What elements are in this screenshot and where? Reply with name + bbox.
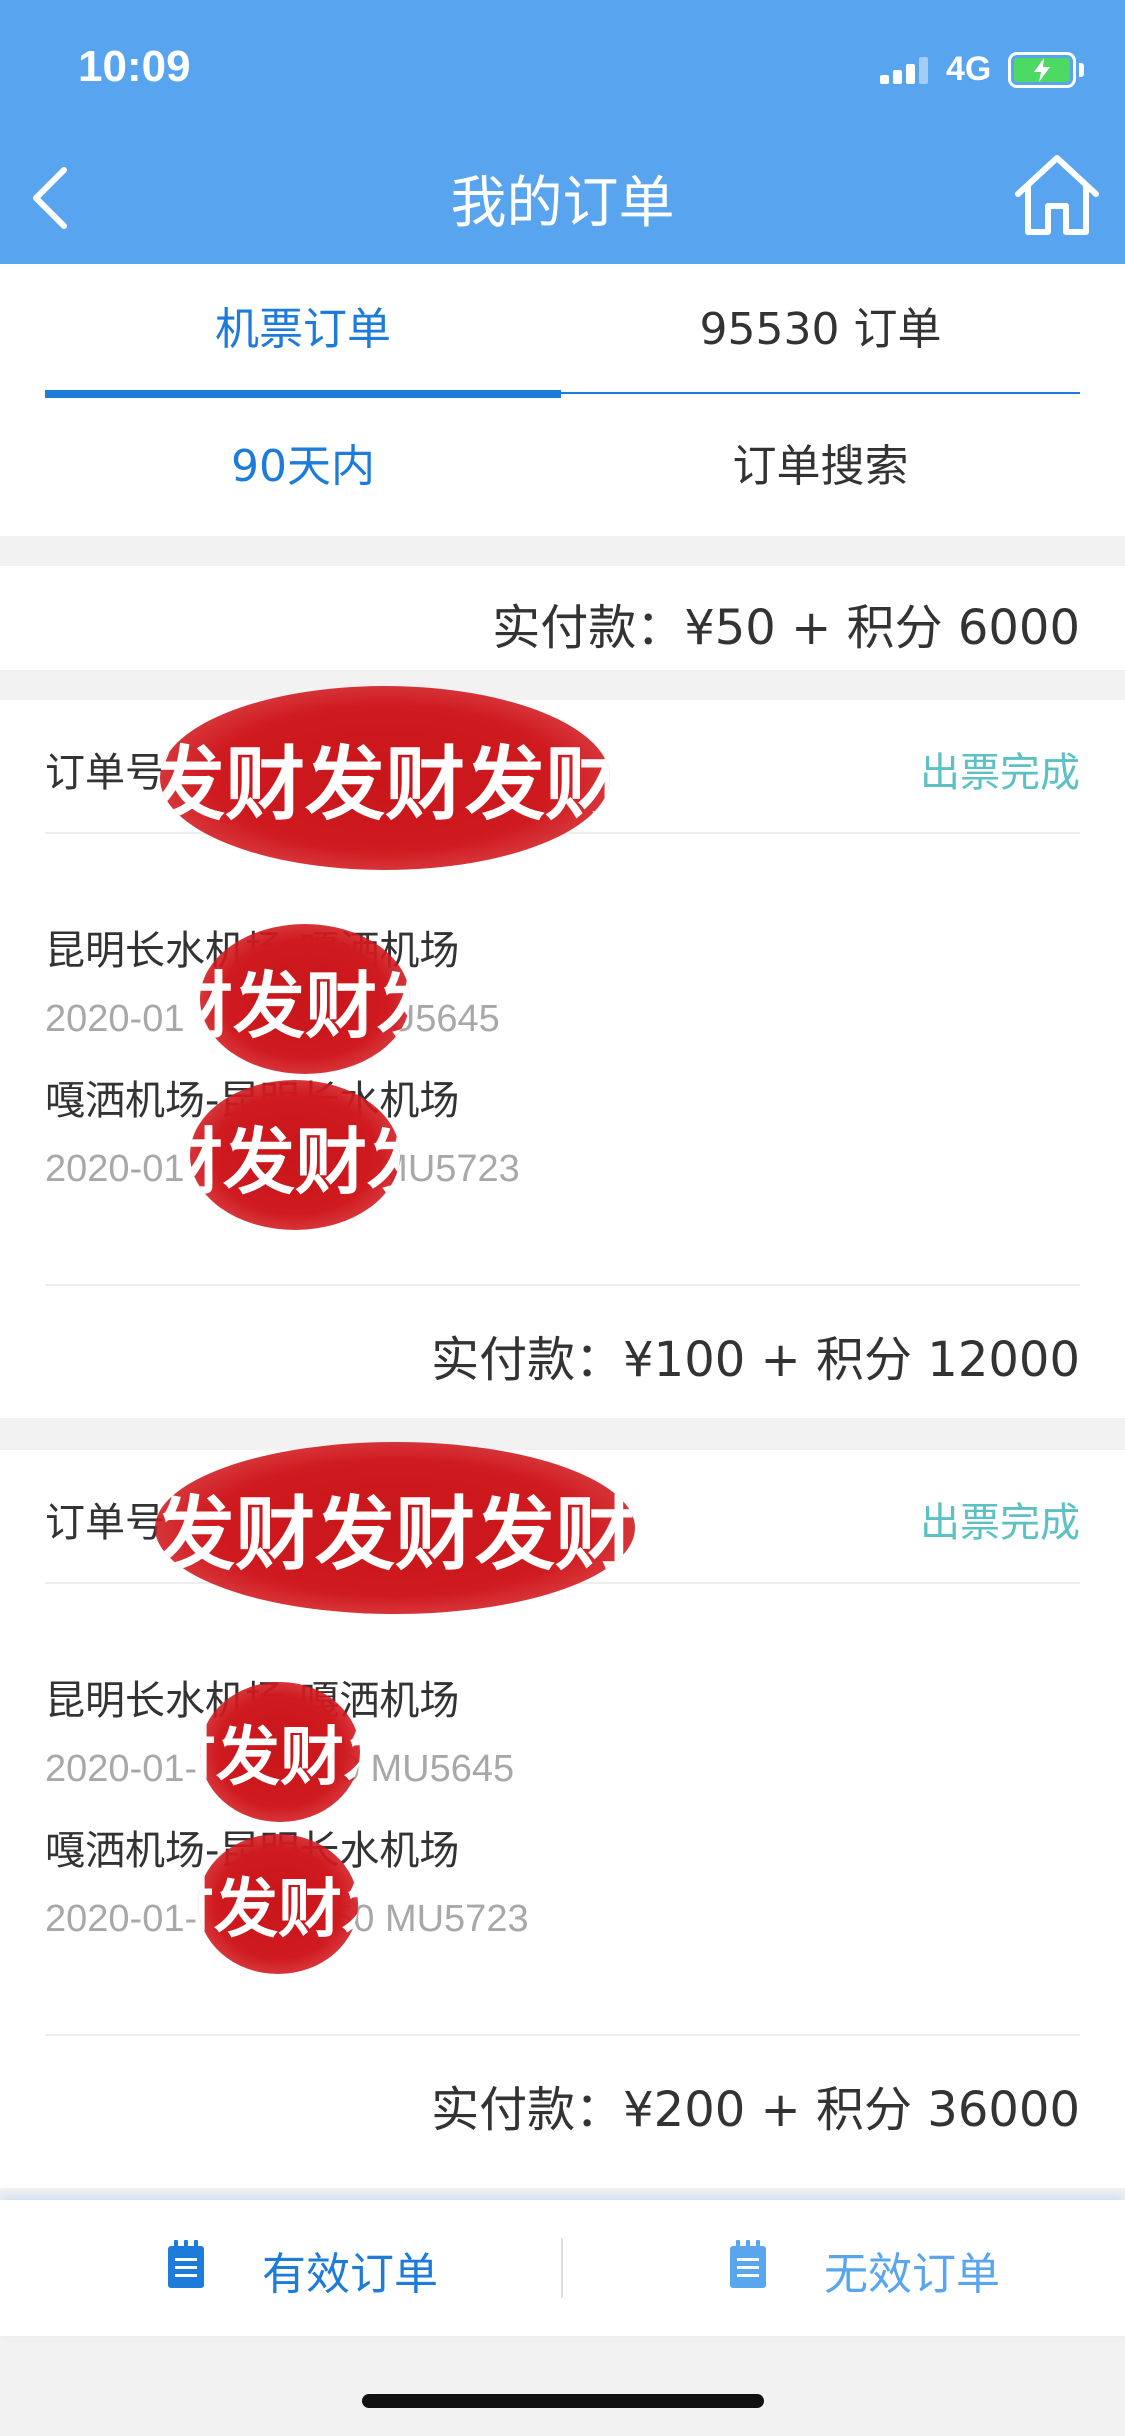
- watermark-stamp: 发财发财发财: [200, 1682, 360, 1822]
- app-header: 10:09 4G 我的订单: [0, 0, 1125, 264]
- order-card[interactable]: 实付款：¥50 + 积分 6000: [0, 566, 1125, 670]
- page-title: 我的订单: [450, 171, 675, 236]
- payment-amount: 实付款：¥100 + 积分 12000: [431, 1332, 1080, 1388]
- tab-95530-orders[interactable]: 95530 订单: [561, 264, 1080, 396]
- flight-date: 2020-01-: [45, 1748, 198, 1790]
- tab-invalid-orders[interactable]: 无效订单: [563, 2200, 1125, 2336]
- order-number-label: 订单号: [45, 750, 165, 796]
- flight-date: 2020-01-: [45, 1898, 198, 1940]
- divider: [45, 2034, 1080, 2036]
- signal-icon: [880, 56, 932, 84]
- document-list-icon: [730, 2240, 766, 2288]
- divider: [45, 1284, 1080, 1286]
- watermark-stamp: 发财发财发财: [200, 924, 410, 1074]
- order-status: 出票完成: [920, 750, 1080, 796]
- flight-date: 2020-01: [45, 1148, 185, 1190]
- status-bar: 10:09 4G: [0, 0, 1125, 140]
- payment-amount: 实付款：¥50 + 积分 6000: [492, 600, 1080, 656]
- battery-icon: [1008, 52, 1084, 88]
- active-tab-indicator: [45, 390, 561, 398]
- payment-amount: 实付款：¥200 + 积分 36000: [431, 2082, 1080, 2138]
- home-indicator[interactable]: [362, 2394, 764, 2408]
- order-status: 出票完成: [920, 1500, 1080, 1546]
- watermark-stamp: 发财发财发财: [155, 1442, 635, 1614]
- flight-number: 50 MU5723: [332, 1898, 529, 1940]
- filter-90-days[interactable]: 90天内: [45, 404, 561, 530]
- bottom-tab-bar: 有效订单 无效订单: [0, 2200, 1125, 2336]
- document-list-icon: [168, 2240, 204, 2288]
- watermark-stamp: 发财发财发财: [160, 686, 610, 870]
- home-icon: [1015, 155, 1099, 235]
- network-type: 4G: [946, 50, 992, 88]
- flight-date: 2020-01: [45, 998, 185, 1040]
- watermark-stamp: 发财发财发财: [190, 1080, 400, 1230]
- order-number-label: 订单号: [45, 1500, 165, 1546]
- status-time: 10:09: [78, 42, 191, 91]
- filter-order-search[interactable]: 订单搜索: [561, 404, 1080, 530]
- tab-valid-orders[interactable]: 有效订单: [0, 2200, 561, 2336]
- order-card[interactable]: 订单号 出票完成 昆明长水机场-嘎洒机场 2020-010 MU5645 嘎洒机…: [0, 686, 1125, 1418]
- tab-flight-orders[interactable]: 机票订单: [45, 264, 561, 396]
- order-tabs-panel: 机票订单 95530 订单 90天内 订单搜索: [0, 264, 1125, 536]
- home-button[interactable]: [1012, 152, 1102, 238]
- tab-label: 无效订单: [824, 2249, 1000, 2300]
- watermark-stamp: 发财发财发财: [198, 1834, 358, 1974]
- order-card[interactable]: 订单号 出票完成 昆明长水机场-嘎洒机场 2020-01-:40 MU5645 …: [0, 1442, 1125, 2188]
- tab-label: 有效订单: [262, 2249, 438, 2300]
